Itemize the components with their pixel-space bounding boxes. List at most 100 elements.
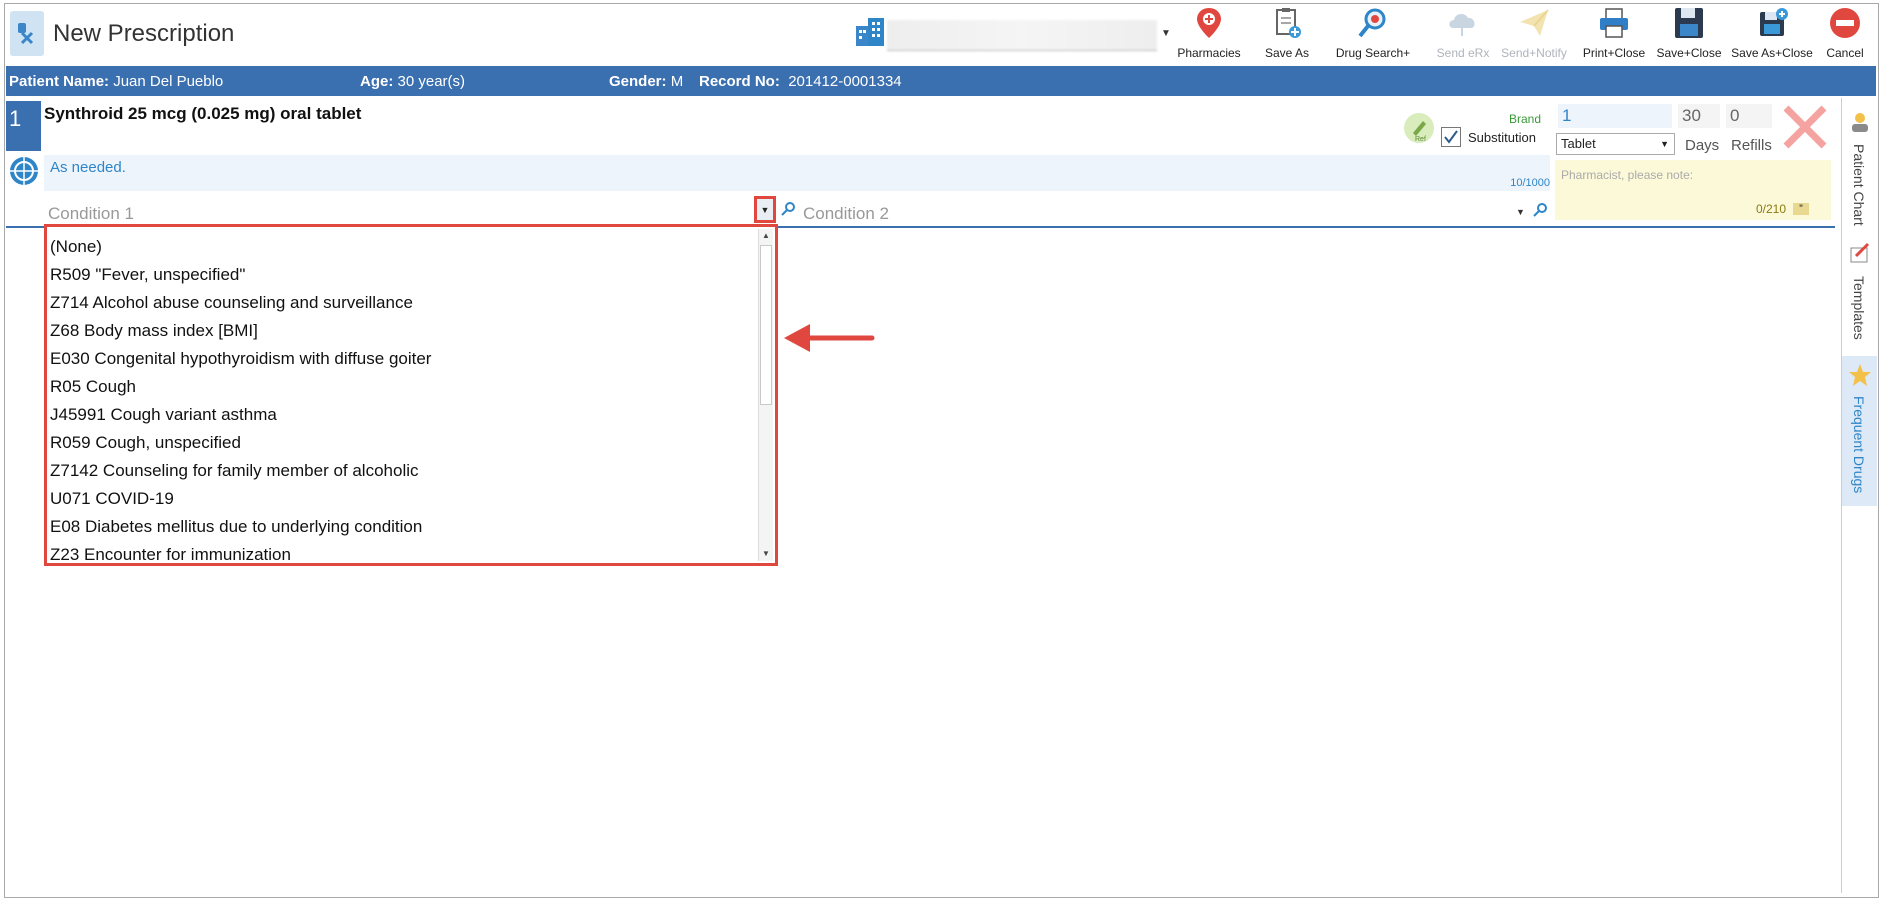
sig-globe-icon[interactable] — [8, 155, 40, 192]
tab-label: Patient Chart — [1851, 144, 1867, 226]
patient-record: 201412-0001334 — [788, 73, 902, 90]
location-select[interactable] — [887, 20, 1157, 51]
list-item[interactable]: R059 Cough, unspecified — [50, 429, 755, 457]
save-as-label: Save As — [1264, 46, 1310, 60]
days-input[interactable]: 30 — [1678, 104, 1720, 128]
print-close-button[interactable]: Print+Close — [1580, 6, 1648, 62]
send-erx-button[interactable]: Send eRx — [1434, 6, 1492, 62]
patient-record-label: Record No: — [699, 73, 780, 90]
patient-age: 30 year(s) — [397, 73, 466, 90]
refills-input[interactable]: 0 — [1726, 104, 1772, 128]
list-item[interactable]: Z7142 Counseling for family member of al… — [50, 457, 755, 485]
cancel-label: Cancel — [1826, 46, 1864, 60]
condition2-select[interactable]: Condition 2 — [800, 200, 1555, 226]
unit-value: Tablet — [1561, 136, 1596, 151]
scrollbar-thumb[interactable] — [760, 245, 772, 405]
drug-search-button[interactable]: Drug Search+ — [1328, 6, 1418, 62]
send-erx-label: Send eRx — [1436, 46, 1490, 60]
pharmacist-note-count: 0/210 — [1756, 202, 1787, 216]
side-tabs: Patient Chart Templates Frequent Drugs — [1841, 98, 1877, 893]
annotation-arrow-icon — [780, 318, 876, 363]
pharmacies-button[interactable]: Pharmacies — [1174, 6, 1244, 62]
patient-info-bar: Patient Name: Juan Del Pueblo Age: 30 ye… — [6, 66, 1876, 96]
drug-search-icon — [1358, 8, 1386, 38]
pharmacist-note-field[interactable]: Pharmacist, please note: 0/210 ” — [1555, 160, 1831, 220]
templates-icon — [1850, 242, 1869, 263]
list-item[interactable]: R05 Cough — [50, 373, 755, 401]
save-close-label: Save+Close — [1656, 46, 1722, 60]
save-close-button[interactable]: Save+Close — [1656, 6, 1722, 62]
pharmacies-label: Pharmacies — [1177, 46, 1241, 60]
sig-text: As needed. — [50, 159, 126, 176]
drug-name[interactable]: Synthroid 25 mcg (0.025 mg) oral tablet — [44, 104, 361, 124]
list-item[interactable]: Z714 Alcohol abuse counseling and survei… — [50, 289, 755, 317]
condition2-placeholder: Condition 2 — [803, 204, 890, 223]
patient-gender: M — [670, 73, 684, 90]
tab-label: Templates — [1851, 276, 1867, 340]
search-icon[interactable] — [780, 201, 796, 222]
drug-search-label: Drug Search+ — [1335, 46, 1411, 60]
chevron-down-icon: ▼ — [1660, 139, 1669, 149]
condition1-dropdown-button[interactable]: ▼ — [754, 196, 776, 223]
list-item[interactable]: R509 "Fever, unspecified" — [50, 261, 755, 289]
chevron-down-icon[interactable]: ▼ — [1161, 28, 1171, 39]
scroll-down-icon[interactable]: ▼ — [759, 547, 773, 561]
patient-name-label: Patient Name: — [9, 73, 110, 90]
list-item[interactable]: U071 COVID-19 — [50, 485, 755, 513]
prescription-app-icon — [10, 11, 44, 56]
save-as-close-button[interactable]: Save As+Close — [1730, 6, 1814, 62]
checkmark-icon — [1444, 130, 1458, 144]
condition1-dropdown-list[interactable]: (None) R509 "Fever, unspecified" Z714 Al… — [44, 224, 778, 566]
patient-age-field: Age: 30 year(s) — [360, 73, 465, 90]
patient-chart-icon — [1851, 113, 1868, 132]
building-icon — [854, 16, 886, 53]
send-notify-button[interactable]: Send+Notify — [1498, 6, 1570, 62]
list-item[interactable]: Z68 Body mass index [BMI] — [50, 317, 755, 345]
refills-label: Refills — [1731, 137, 1772, 154]
printer-icon — [1600, 8, 1628, 38]
tab-frequent-drugs[interactable]: Frequent Drugs — [1842, 356, 1877, 506]
svg-text:Ref: Ref — [1415, 136, 1426, 143]
list-item[interactable]: (None) — [50, 233, 755, 261]
send-notify-label: Send+Notify — [1501, 46, 1567, 60]
prescription-number: 1 — [6, 101, 41, 151]
patient-name: Juan Del Pueblo — [113, 73, 224, 90]
search-icon[interactable] — [1532, 202, 1548, 223]
dropdown-items: (None) R509 "Fever, unspecified" Z714 Al… — [50, 233, 755, 569]
pharmacist-note-placeholder: Pharmacist, please note: — [1561, 168, 1694, 182]
sig-field[interactable]: As needed. 10/1000 — [44, 155, 1550, 191]
list-item[interactable]: J45991 Cough variant asthma — [50, 401, 755, 429]
save-as-close-icon — [1760, 8, 1788, 36]
quote-icon[interactable]: ” — [1793, 203, 1809, 215]
list-item[interactable]: E08 Diabetes mellitus due to underlying … — [50, 513, 755, 541]
star-icon — [1848, 364, 1871, 386]
tab-patient-chart[interactable]: Patient Chart — [1842, 106, 1877, 232]
page-title: New Prescription — [53, 20, 235, 47]
cloud-send-icon — [1449, 14, 1475, 36]
quantity-input[interactable]: 1 — [1558, 104, 1672, 128]
list-item[interactable]: Z23 Encounter for immunization — [50, 541, 755, 569]
dropdown-scrollbar[interactable]: ▲ ▼ — [758, 229, 773, 561]
patient-age-label: Age: — [360, 73, 394, 90]
condition1-select[interactable]: Condition 1 — [45, 200, 780, 226]
cancel-button[interactable]: Cancel — [1822, 6, 1868, 62]
map-pin-icon — [1197, 8, 1221, 38]
days-label: Days — [1685, 137, 1720, 154]
sig-char-count: 10/1000 — [1510, 177, 1550, 189]
patient-gender-label: Gender: — [609, 73, 667, 90]
save-as-close-label: Save As+Close — [1731, 46, 1813, 60]
substitution-checkbox[interactable] — [1441, 127, 1461, 147]
cancel-icon — [1830, 8, 1860, 38]
save-as-button[interactable]: Save As — [1258, 6, 1316, 62]
patient-gender-field: Gender: M — [609, 73, 683, 90]
list-item[interactable]: E030 Congenital hypothyroidism with diff… — [50, 345, 755, 373]
patient-record-field: Record No: 201412-0001334 — [699, 73, 902, 90]
clipboard-add-icon — [1276, 8, 1301, 38]
chevron-down-icon[interactable]: ▼ — [1516, 207, 1525, 217]
unit-select[interactable]: Tablet ▼ — [1556, 133, 1675, 155]
delete-prescription-icon[interactable] — [1782, 104, 1828, 155]
substitution-label: Substitution — [1468, 130, 1536, 145]
reference-icon[interactable]: Ref — [1404, 113, 1434, 143]
scroll-up-icon[interactable]: ▲ — [759, 229, 773, 243]
brand-label: Brand — [1509, 112, 1542, 126]
